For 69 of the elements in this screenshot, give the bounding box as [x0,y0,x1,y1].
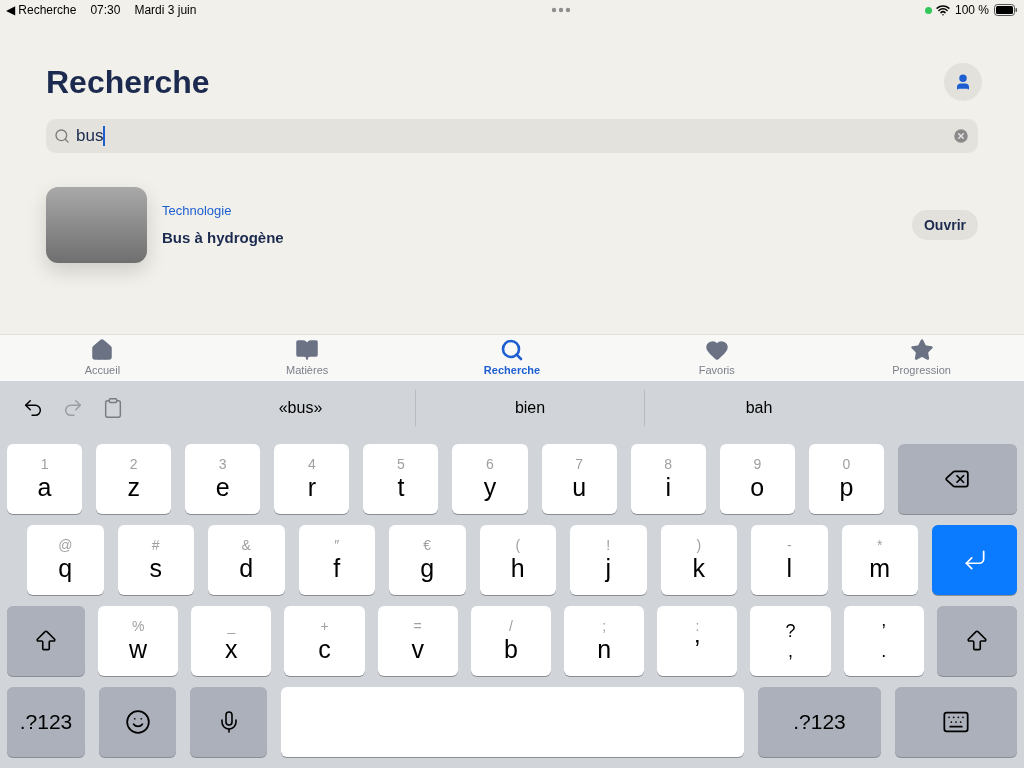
key[interactable]: # s [117,525,194,595]
key[interactable]: ; n [564,606,645,676]
open-button[interactable]: Ouvrir [912,210,978,240]
key[interactable]: * m [841,525,918,595]
search-field[interactable]: bus [46,119,978,153]
tab[interactable]: Progression [819,335,1024,381]
smiley-icon [124,709,151,735]
text-cursor [103,126,106,146]
status-date: Mardi 3 juin [134,2,197,19]
suggestion[interactable]: «bus» [278,389,323,426]
numbers-key[interactable]: .?123 [758,687,881,757]
search-icon [54,128,70,144]
shift-key[interactable] [936,606,1018,676]
tab[interactable]: Favoris [614,335,820,381]
book-icon [295,337,320,362]
emoji-key[interactable] [99,687,176,757]
delete-key[interactable] [897,444,1017,514]
result-category: Technologie [162,202,233,220]
key[interactable]: ) k [660,525,737,595]
star-icon [909,337,934,362]
tab[interactable]: Recherche [409,335,615,381]
battery-percent: 100 % [954,2,989,19]
key[interactable]: € g [389,525,466,595]
key[interactable]: 6 y [452,444,528,514]
key[interactable]: 1 a [7,444,83,514]
key[interactable]: 3 e [185,444,261,514]
wifi-icon [935,3,950,17]
suggestion[interactable]: bah [745,389,773,426]
page-title: Recherche [46,63,210,102]
key[interactable]: : ’ [657,606,738,676]
key[interactable]: 0 p [808,444,884,514]
key[interactable]: ’ . [843,606,924,676]
key[interactable]: 8 i [630,444,706,514]
key[interactable]: / b [470,606,551,676]
key[interactable]: @ q [27,525,104,595]
paste-icon [102,396,124,419]
home-icon [90,337,115,362]
numbers-key[interactable]: .?123 [7,687,85,757]
recording-dot-icon [924,6,932,14]
result-title: Bus à hydrogène [162,227,285,248]
key[interactable]: - l [751,525,828,595]
key[interactable]: 2 z [96,444,172,514]
search-icon [500,337,524,362]
tab[interactable]: Accueil [0,335,205,381]
shift-key[interactable] [7,606,85,676]
status-time: 07:30 [90,2,121,19]
key[interactable]: % w [98,606,179,676]
back-link[interactable]: ◀ Recherche [6,1,77,19]
tab[interactable]: Matières [204,335,410,381]
key[interactable]: ″ f [298,525,375,595]
key[interactable]: _ x [191,606,272,676]
key[interactable]: 4 r [274,444,350,514]
key[interactable]: 5 t [363,444,439,514]
key[interactable]: ? , [750,606,831,676]
key[interactable]: ! j [570,525,647,595]
profile-button[interactable] [944,63,982,101]
hide-keyboard-key[interactable] [895,687,1017,757]
key[interactable]: & d [208,525,285,595]
battery-icon [994,4,1018,16]
clear-icon [952,127,970,145]
person-icon [954,73,972,91]
key[interactable]: = v [377,606,458,676]
dictation-key[interactable] [190,687,267,757]
key[interactable]: + c [284,606,365,676]
key[interactable]: 7 u [541,444,617,514]
suggestion[interactable]: bien [514,389,546,426]
key[interactable]: 9 o [719,444,795,514]
key[interactable]: ( h [479,525,556,595]
more-dots-icon[interactable] [550,7,571,13]
